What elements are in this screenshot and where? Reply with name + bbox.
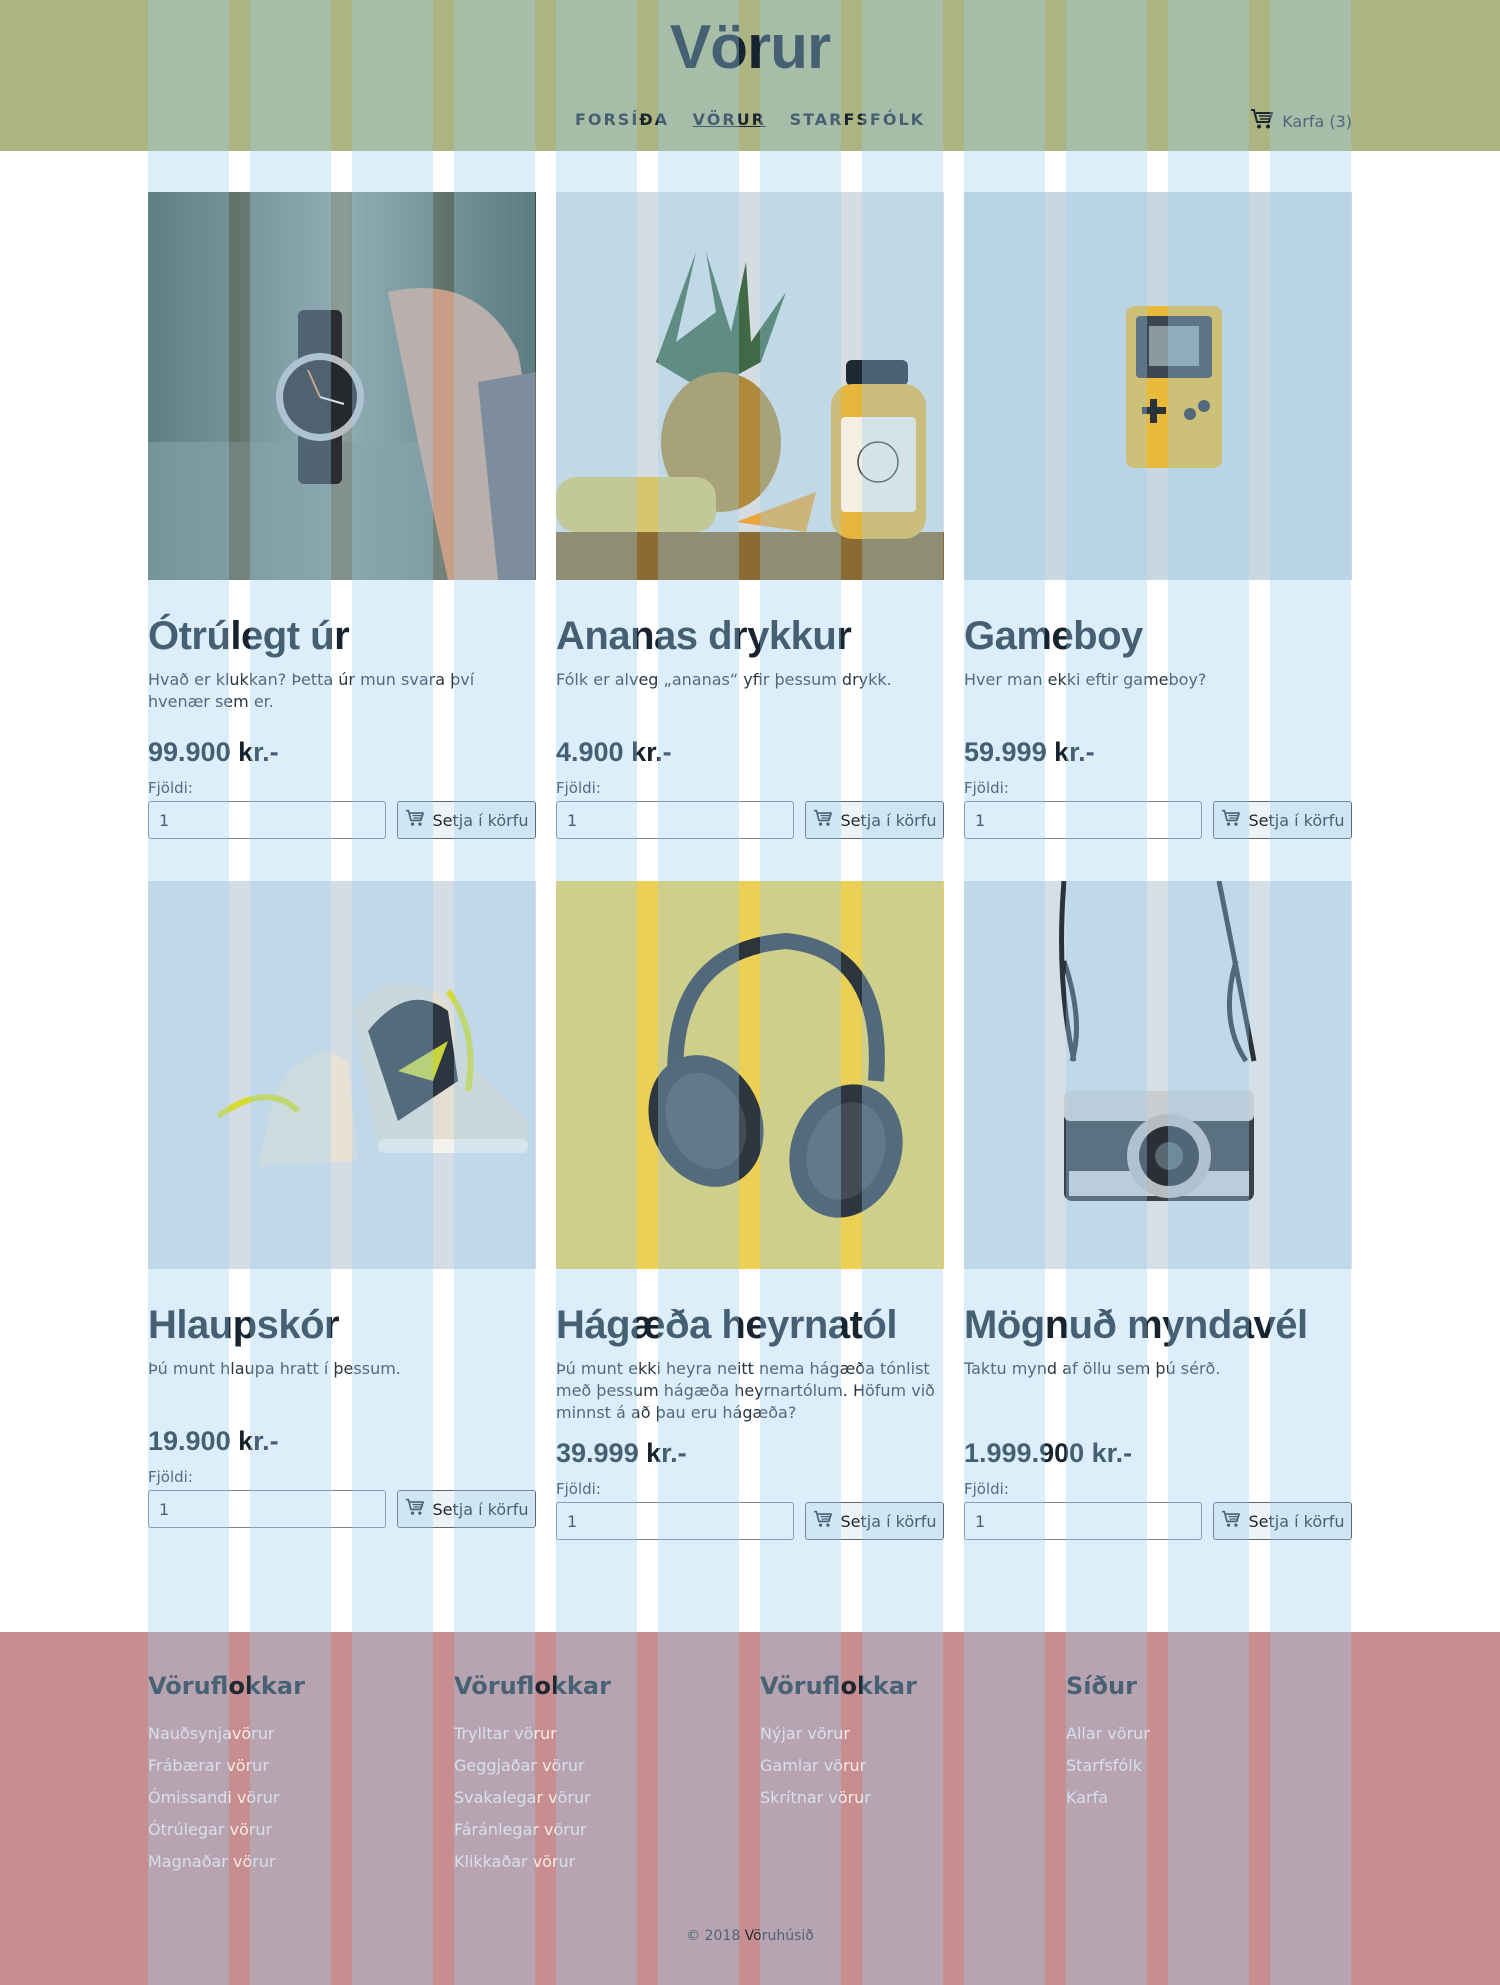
page-title: Vörur (669, 13, 831, 82)
product-image-watch[interactable] (148, 192, 536, 580)
add-to-cart-label: Setja í körfu (432, 1499, 529, 1519)
quantity-label: Fjöldi: (964, 779, 1009, 797)
add-to-cart-button[interactable]: Setja í körfu (1213, 1502, 1352, 1540)
product-card: Gameboy Hver man ekki eftir gameboy? 59.… (964, 192, 1352, 839)
footer-column: Vöruflokkar Nýjar vörur Gamlar vörur Skr… (760, 1672, 917, 1814)
footer-link[interactable]: Geggjaðar vörur (454, 1750, 611, 1782)
footer-link[interactable]: Ótrúlegar vörur (148, 1814, 305, 1846)
product-price: 1.999.900 kr.- (964, 1438, 1133, 1468)
footer-heading: Vöruflokkar (148, 1672, 305, 1700)
quantity-input[interactable] (964, 801, 1202, 839)
quantity-input[interactable] (556, 1502, 794, 1540)
cart-label: Karfa (3) (1282, 111, 1352, 131)
footer-heading: Vöruflokkar (760, 1672, 917, 1700)
footer-link[interactable]: Nauðsynjavörur (148, 1718, 305, 1750)
product-card: Hágæða heyrnatól Þú munt ekki heyra neit… (556, 881, 944, 1540)
product-image-gameboy[interactable] (964, 192, 1352, 580)
footer-column: Vöruflokkar Trylltar vörur Geggjaðar vör… (454, 1672, 611, 1878)
footer-link[interactable]: Svakalegar vörur (454, 1782, 611, 1814)
footer-link[interactable]: Gamlar vörur (760, 1750, 917, 1782)
product-card: Mögnuð myndavél Taktu mynd af öllu sem þ… (964, 881, 1352, 1540)
quantity-label: Fjöldi: (556, 1480, 601, 1498)
product-name[interactable]: Ananas drykkur (556, 612, 852, 660)
cart-icon (813, 1510, 833, 1532)
quantity-input[interactable] (148, 801, 386, 839)
copyright: © 2018 Vöruhúsið (686, 1928, 814, 1944)
cart-icon (1221, 1510, 1241, 1532)
product-card: Hlaupskór Þú munt hlaupa hratt í þessum.… (148, 881, 536, 1528)
product-card: Ananas drykkur Fólk er alveg „ananas“ yf… (556, 192, 944, 839)
nav-item-vorur[interactable]: VÖRUR (693, 110, 766, 129)
product-price: 4.900 kr.- (556, 737, 672, 767)
cart-icon (1250, 108, 1274, 134)
add-to-cart-button[interactable]: Setja í körfu (1213, 801, 1352, 839)
footer-link[interactable]: Fáránlegar vörur (454, 1814, 611, 1846)
add-to-cart-label: Setja í körfu (840, 1511, 937, 1531)
product-name[interactable]: Ótrúlegt úr (148, 612, 350, 660)
cart-icon (1221, 809, 1241, 831)
product-card: Ótrúlegt úr Hvað er klukkan? Þetta úr mu… (148, 192, 536, 839)
quantity-label: Fjöldi: (148, 779, 193, 797)
quantity-input[interactable] (964, 1502, 1202, 1540)
quantity-input[interactable] (556, 801, 794, 839)
footer-link[interactable]: Frábærar vörur (148, 1750, 305, 1782)
product-name[interactable]: Mögnuð myndavél (964, 1301, 1308, 1349)
footer-link[interactable]: Klikkaðar vörur (454, 1846, 611, 1878)
product-image-headphones[interactable] (556, 881, 944, 1269)
quantity-label: Fjöldi: (556, 779, 601, 797)
product-name[interactable]: Hlaupskór (148, 1301, 340, 1349)
footer-link[interactable]: Allar vörur (1066, 1718, 1150, 1750)
footer-link[interactable]: Skrítnar vörur (760, 1782, 917, 1814)
footer-link[interactable]: Starfsfólk (1066, 1750, 1150, 1782)
add-to-cart-label: Setja í körfu (1248, 1511, 1345, 1531)
product-image-pineapple-drink[interactable] (556, 192, 944, 580)
product-image-camera[interactable] (964, 881, 1352, 1269)
add-to-cart-label: Setja í körfu (1248, 810, 1345, 830)
footer-column: Vöruflokkar Nauðsynjavörur Frábærar vöru… (148, 1672, 305, 1878)
product-price: 99.900 kr.- (148, 737, 279, 767)
product-description: Hver man ekki eftir gameboy? (964, 670, 1207, 689)
add-to-cart-label: Setja í körfu (840, 810, 937, 830)
product-price: 19.900 kr.- (148, 1426, 279, 1456)
footer-column: Síður Allar vörur Starfsfólk Karfa (1066, 1672, 1150, 1814)
product-description: Taktu mynd af öllu sem þú sérð. (964, 1359, 1221, 1378)
add-to-cart-button[interactable]: Setja í körfu (397, 1490, 536, 1528)
product-name[interactable]: Hágæða heyrnatól (556, 1301, 897, 1349)
cart-icon (813, 809, 833, 831)
footer-link[interactable]: Karfa (1066, 1782, 1150, 1814)
add-to-cart-button[interactable]: Setja í körfu (805, 1502, 944, 1540)
footer-link[interactable]: Nýjar vörur (760, 1718, 917, 1750)
footer-link[interactable]: Magnaðar vörur (148, 1846, 305, 1878)
quantity-input[interactable] (148, 1490, 386, 1528)
product-price: 59.999 kr.- (964, 737, 1095, 767)
footer-heading: Vöruflokkar (454, 1672, 611, 1700)
product-description: Fólk er alveg „ananas“ yfir þessum drykk… (556, 670, 892, 689)
product-description: Þú munt hlaupa hratt í þessum. (148, 1359, 401, 1378)
product-image-shoes[interactable] (148, 881, 536, 1269)
site-header: Vörur FORSÍÐA VÖRUR STARFSFÓLK Karfa (3) (0, 0, 1500, 151)
footer-link[interactable]: Ómissandi vörur (148, 1782, 305, 1814)
cart-link[interactable]: Karfa (3) (1250, 108, 1352, 134)
cart-icon (405, 1498, 425, 1520)
add-to-cart-button[interactable]: Setja í körfu (805, 801, 944, 839)
add-to-cart-button[interactable]: Setja í körfu (397, 801, 536, 839)
footer-link[interactable]: Trylltar vörur (454, 1718, 611, 1750)
footer-heading: Síður (1066, 1672, 1137, 1700)
product-description: Hvað er klukkan? Þetta úr mun svara því … (148, 670, 475, 711)
add-to-cart-label: Setja í körfu (432, 810, 529, 830)
cart-icon (405, 809, 425, 831)
product-name[interactable]: Gameboy (964, 612, 1143, 660)
nav-item-starfsfolk[interactable]: STARFSFÓLK (790, 110, 925, 129)
quantity-label: Fjöldi: (964, 1480, 1009, 1498)
product-description: Þú munt ekki heyra neitt nema hágæða tón… (556, 1359, 935, 1422)
quantity-label: Fjöldi: (148, 1468, 193, 1486)
product-price: 39.999 kr.- (556, 1438, 687, 1468)
nav-item-forsida[interactable]: FORSÍÐA (575, 110, 669, 129)
